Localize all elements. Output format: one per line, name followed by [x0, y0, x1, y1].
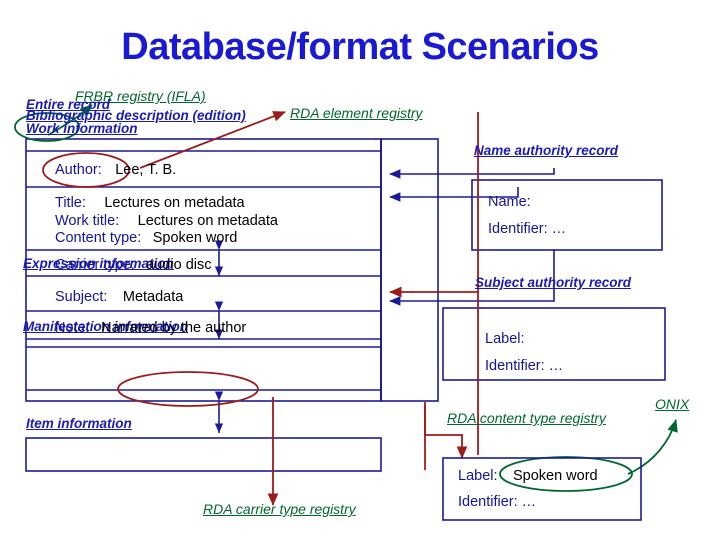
content-registry-field-label: Label:: [458, 468, 498, 484]
content-registry-row-label: Label: Spoken word: [458, 467, 598, 485]
section-label-work-information: Work information: [26, 121, 138, 136]
field-value-title: Lectures on metadata: [104, 195, 245, 211]
heading-subject-authority-record: Subject authority record: [475, 275, 632, 290]
field-label-work-title: Work title:: [55, 213, 120, 229]
field-row-work-title: Work title: Lectures on metadata: [55, 212, 278, 230]
section-label-item-information: Item information: [26, 416, 132, 431]
field-row-carrier-type: Carrier type: audio disc: [55, 256, 212, 274]
field-value-author: Lee, T. B.: [115, 162, 177, 178]
heading-name-authority-record: Name authority record: [474, 143, 619, 158]
field-label-subject: Subject:: [55, 289, 108, 305]
content-registry-value-label: Spoken word: [512, 468, 598, 484]
field-row-content-type: Content type: Spoken word: [55, 229, 237, 247]
field-label-title: Title:: [55, 195, 86, 211]
field-row-subject: Subject: Metadata: [55, 288, 183, 306]
field-row-title: Title: Lectures on metadata: [55, 194, 245, 212]
field-row-note: Note: Narrated by the author: [55, 319, 246, 337]
name-authority-field-name: Name:: [488, 194, 531, 210]
field-label-content-type: Content type:: [55, 230, 142, 246]
field-value-subject: Metadata: [122, 289, 184, 305]
label-onix-registry: ONIX: [655, 396, 690, 412]
label-rda-content-type-registry: RDA content type registry: [447, 410, 606, 426]
content-registry-field-identifier: Identifier: …: [458, 494, 537, 510]
field-row-author: Author: Lee, T. B.: [55, 161, 176, 179]
label-rda-element-registry: RDA element registry: [290, 105, 423, 121]
field-value-note: Narrated by the author: [101, 320, 247, 336]
page-title: Database/format Scenarios: [121, 26, 599, 68]
field-value-work-title: Lectures on metadata: [137, 213, 278, 229]
field-label-note: Note:: [55, 320, 90, 336]
name-authority-field-identifier: Identifier: …: [488, 221, 567, 237]
field-value-content-type: Spoken word: [152, 230, 238, 246]
label-rda-carrier-type-registry: RDA carrier type registry: [203, 501, 356, 517]
slide-canvas: Database/format Scenarios FRBR registry …: [0, 0, 720, 540]
field-value-carrier-type: audio disc: [146, 257, 212, 273]
subject-authority-field-label: Label:: [485, 331, 525, 347]
field-label-carrier-type: Carrier type:: [55, 257, 135, 273]
field-label-author: Author:: [55, 162, 102, 178]
subject-authority-field-identifier: Identifier: …: [485, 358, 564, 374]
